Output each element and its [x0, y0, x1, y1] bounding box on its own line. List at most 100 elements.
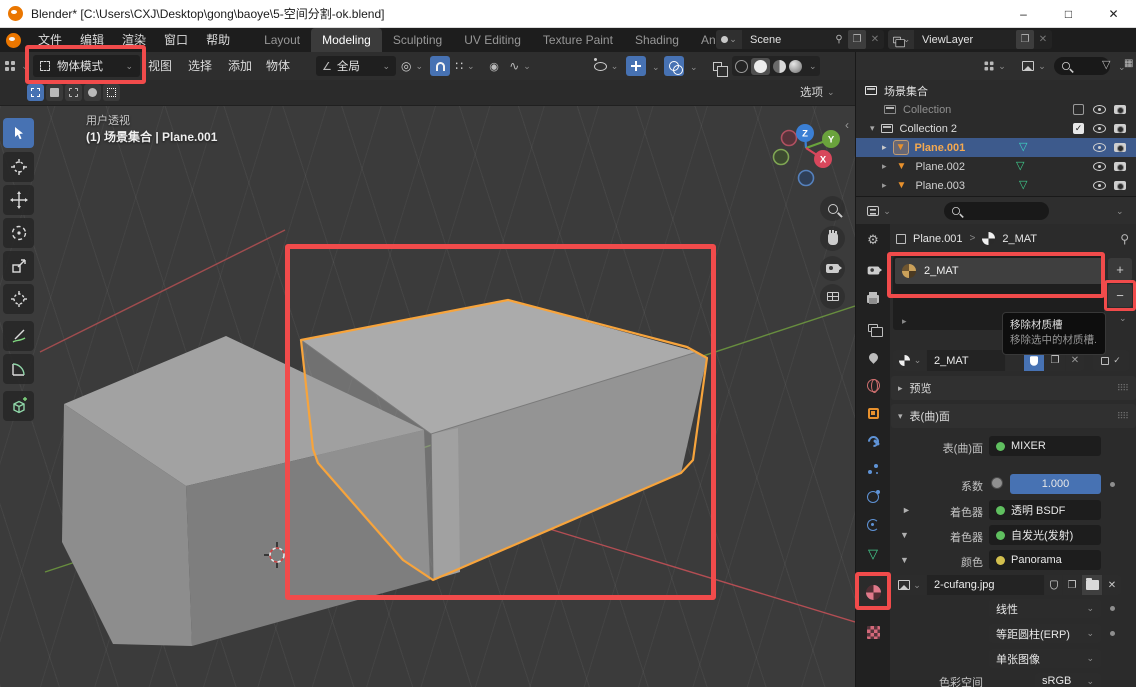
interpolation-dropdown[interactable]: 线性 ⌄: [989, 599, 1101, 618]
close-button[interactable]: ✕: [1091, 0, 1136, 28]
expand-icon[interactable]: ▸: [882, 142, 887, 153]
slot-specials-dropdown[interactable]: ⌄: [1119, 313, 1127, 324]
tab-scene[interactable]: [856, 343, 890, 371]
disable-render-icon[interactable]: [1114, 181, 1126, 190]
falloff-dropdown[interactable]: ∿⌄: [506, 56, 534, 76]
outliner-editor-type-button[interactable]: ⌄: [980, 56, 1010, 76]
outliner-filter-button[interactable]: ▽: [1102, 58, 1110, 71]
shader1-selector[interactable]: 透明 BSDF: [989, 500, 1101, 520]
image-name-field[interactable]: 2-cufang.jpg: [927, 575, 1044, 595]
color-selector[interactable]: Panorama: [989, 550, 1101, 570]
expand-icon[interactable]: ▾: [870, 123, 875, 134]
hide-viewport-icon[interactable]: [1093, 162, 1106, 171]
copy-image-button[interactable]: ❐: [1063, 575, 1081, 595]
decorator-dot[interactable]: [1110, 606, 1115, 611]
outliner-display-mode-button[interactable]: ⌄: [1019, 56, 1049, 76]
factor-slider[interactable]: 1.000: [1010, 474, 1101, 494]
tab-physics[interactable]: [856, 483, 890, 511]
tool-measure[interactable]: [3, 354, 34, 384]
menu-edit[interactable]: 编辑: [71, 28, 113, 52]
slot-filter-expand-icon[interactable]: ▸: [902, 316, 907, 327]
collection2-checkbox[interactable]: ✓: [1073, 123, 1084, 134]
breadcrumb-object[interactable]: Plane.001: [913, 233, 963, 245]
tab-sculpting[interactable]: Sculpting: [382, 28, 453, 52]
browse-material-button[interactable]: ⌄: [893, 350, 926, 371]
camera-view-button[interactable]: [820, 256, 845, 281]
select-mode-invert-button[interactable]: [84, 84, 101, 101]
scene-copy-button[interactable]: ❐: [848, 30, 866, 49]
viewport-3d[interactable]: 用户透视 (1) 场景集合 | Plane.001 Z Y: [0, 106, 855, 687]
disable-render-icon[interactable]: [1114, 105, 1126, 114]
tool-annotate[interactable]: [3, 321, 34, 351]
outliner-row-plane001[interactable]: ▸ ▼ Plane.001 ▽: [856, 138, 1136, 157]
select-mode-set-button[interactable]: [27, 84, 44, 101]
viewlayer-remove-button[interactable]: ✕: [1034, 30, 1052, 49]
outliner-row-scene-collection[interactable]: 场景集合: [856, 81, 1136, 100]
tab-material[interactable]: [856, 576, 890, 608]
tab-layout[interactable]: Layout: [253, 28, 311, 52]
panel-surface[interactable]: ▾ 表(曲)面 ⠿⠿: [891, 404, 1136, 428]
unlink-image-button[interactable]: ✕: [1103, 575, 1121, 595]
scene-icon[interactable]: ⌄: [716, 30, 742, 49]
pin-icon[interactable]: ⚲: [1120, 232, 1129, 246]
material-name-field[interactable]: 2_MAT: [927, 350, 1005, 371]
shading-material-button[interactable]: [773, 60, 786, 73]
tab-tool[interactable]: ⚙: [856, 226, 890, 254]
pan-button[interactable]: [820, 226, 845, 251]
editor-type-button[interactable]: ⌄: [4, 56, 30, 76]
menu-view[interactable]: 视图: [148, 52, 172, 80]
hide-viewport-icon[interactable]: [1093, 181, 1106, 190]
select-mode-intersect-button[interactable]: [103, 84, 120, 101]
zoom-button[interactable]: [820, 196, 845, 221]
gizmos-toggle[interactable]: [626, 56, 646, 76]
menu-select[interactable]: 选择: [188, 52, 212, 80]
tab-modifiers[interactable]: [856, 427, 890, 455]
properties-options-dropdown[interactable]: ⌄: [1116, 206, 1124, 217]
projection-dropdown[interactable]: 等距圆柱(ERP) ⌄: [989, 624, 1101, 643]
collapse-sidebar-icon[interactable]: ‹: [845, 118, 849, 132]
overlays-toggle[interactable]: [664, 56, 684, 76]
select-mode-extend-button[interactable]: [46, 84, 63, 101]
proportional-edit-button[interactable]: ◉: [484, 56, 504, 76]
tab-texture-paint[interactable]: Texture Paint: [532, 28, 624, 52]
tab-render[interactable]: [856, 256, 890, 284]
shading-dropdown[interactable]: ⌄: [809, 61, 817, 72]
tool-options-dropdown[interactable]: 选项 ⌄: [800, 84, 835, 100]
material-slot[interactable]: 2_MAT: [895, 258, 1102, 284]
disable-render-icon[interactable]: [1114, 162, 1126, 171]
hide-viewport-icon[interactable]: [1093, 105, 1106, 114]
image-fake-user-button[interactable]: [1045, 575, 1062, 595]
tab-object[interactable]: [856, 399, 890, 427]
hide-viewport-icon[interactable]: [1093, 143, 1106, 152]
scene-name[interactable]: Scene: [742, 34, 830, 46]
tool-scale[interactable]: [3, 251, 34, 281]
surface-shader-selector[interactable]: MIXER: [989, 436, 1101, 456]
mode-dropdown[interactable]: 物体模式 ⌄: [33, 55, 140, 77]
maximize-button[interactable]: □: [1046, 0, 1091, 28]
tool-transform[interactable]: [3, 284, 34, 314]
expand-icon[interactable]: ▸: [882, 161, 887, 172]
blender-menu-icon[interactable]: [6, 33, 21, 48]
panel-preview[interactable]: ▸ 预览 ⠿⠿: [891, 376, 1136, 400]
scene-unlink-button[interactable]: ✕: [866, 30, 884, 49]
xray-toggle[interactable]: [706, 56, 728, 76]
hide-viewport-icon[interactable]: [1093, 124, 1106, 133]
shading-wireframe-button[interactable]: [735, 60, 748, 73]
minimize-button[interactable]: –: [1001, 0, 1046, 28]
add-material-slot-button[interactable]: +: [1108, 258, 1132, 281]
decorator-dot[interactable]: [1110, 482, 1115, 487]
menu-help[interactable]: 帮助: [197, 28, 239, 52]
shader2-selector[interactable]: 自发光(发射): [989, 525, 1101, 545]
outliner-row-plane002[interactable]: ▸ ▼ Plane.002 ▽: [856, 157, 1136, 176]
disable-render-icon[interactable]: [1114, 124, 1126, 133]
snap-with-dropdown[interactable]: ∷⌄: [452, 56, 478, 76]
outliner-row-collection[interactable]: Collection: [856, 100, 1136, 119]
open-image-button[interactable]: [1082, 575, 1102, 595]
menu-render[interactable]: 渲染: [113, 28, 155, 52]
navigation-gizmo[interactable]: Z Y X: [768, 114, 852, 198]
properties-editor-type-button[interactable]: ⌄: [863, 201, 895, 221]
pin-icon[interactable]: ⚲: [830, 30, 848, 49]
tool-cursor[interactable]: [3, 152, 34, 182]
tool-select-box[interactable]: [3, 118, 34, 148]
visibility-dropdown[interactable]: ⌄: [590, 56, 622, 76]
